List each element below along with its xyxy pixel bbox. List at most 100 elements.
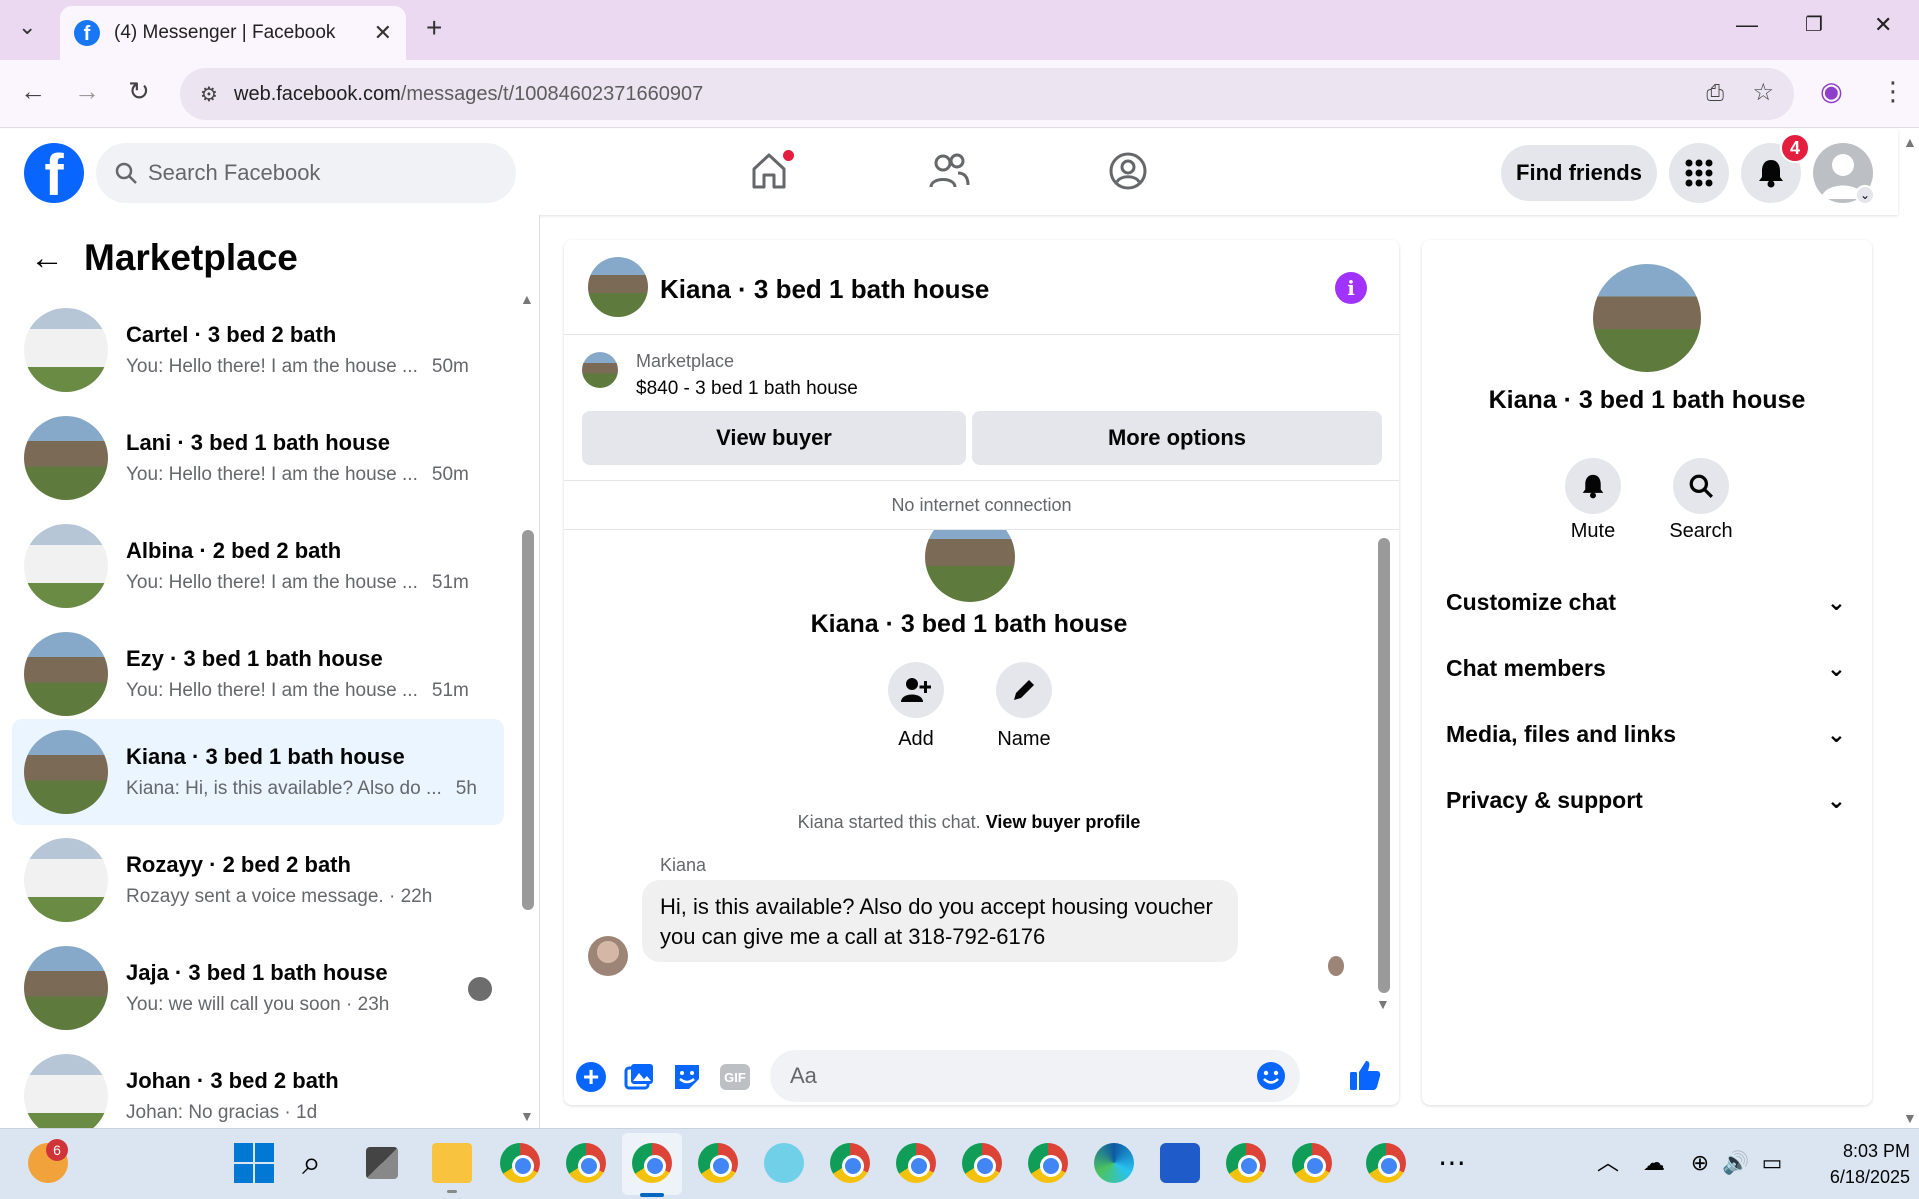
app-icon[interactable] (764, 1143, 804, 1183)
page-scroll-up-icon[interactable]: ▲ (1903, 134, 1917, 150)
account-chevron-icon[interactable]: ⌄ (1855, 185, 1875, 205)
listing-thumbnail (24, 730, 108, 814)
media-files-links-section[interactable]: Media, files and links ⌄ (1446, 721, 1846, 748)
page-scroll-down-icon[interactable]: ▼ (1903, 1110, 1917, 1126)
view-buyer-profile-link[interactable]: View buyer profile (986, 812, 1141, 832)
name-chat-button[interactable] (996, 662, 1052, 718)
add-people-button[interactable] (888, 662, 944, 718)
reload-icon[interactable]: ↻ (128, 76, 150, 107)
facebook-favicon-icon: f (74, 20, 100, 46)
show-hidden-icons-chevron-icon[interactable]: ︿ (1588, 1143, 1628, 1183)
url-bar[interactable]: ⚙ web.facebook.com/messages/t/1008460237… (180, 68, 1794, 120)
conversation-preview: Rozayy sent a voice message. · 22h (126, 886, 433, 907)
install-app-icon[interactable]: ⎙ (1706, 80, 1724, 106)
menu-button[interactable] (1669, 143, 1729, 203)
back-arrow-icon[interactable]: ← (30, 239, 64, 278)
chrome-profile-icon-active[interactable] (632, 1143, 672, 1183)
battery-icon[interactable]: ▭ (1752, 1143, 1792, 1183)
conversation-item[interactable]: Cartel · 3 bed 2 bath You: Hello there! … (12, 297, 504, 403)
profile-icon[interactable]: ◉ (1820, 76, 1843, 107)
chat-title[interactable]: Kiana · 3 bed 1 bath house (660, 274, 989, 305)
sticker-icon[interactable] (672, 1062, 702, 1092)
info-icon[interactable]: i (1335, 272, 1367, 304)
search-facebook-input[interactable]: Search Facebook (96, 143, 516, 203)
chat-scrollbar[interactable] (1378, 538, 1390, 993)
edge-icon[interactable] (1094, 1143, 1134, 1183)
listing-title[interactable]: $840 - 3 bed 1 bath house (636, 378, 858, 400)
gif-icon[interactable]: GIF (720, 1064, 750, 1090)
thumbs-up-icon[interactable] (1348, 1058, 1382, 1092)
clock-time[interactable]: 8:03 PM (1790, 1141, 1910, 1162)
sidebar-scrollbar[interactable] (522, 530, 534, 910)
browser-tab-messenger[interactable]: f (4) Messenger | Facebook ✕ (60, 6, 406, 60)
file-explorer-icon[interactable] (432, 1143, 472, 1193)
message-input[interactable]: Aa (770, 1050, 1300, 1102)
chrome-profile-icon[interactable] (896, 1143, 936, 1183)
customize-chat-section[interactable]: Customize chat ⌄ (1446, 589, 1846, 616)
scroll-up-arrow-icon[interactable]: ▲ (520, 291, 534, 307)
close-tab-icon[interactable]: ✕ (374, 20, 392, 46)
friends-icon[interactable] (928, 151, 970, 191)
conversation-time: 50m (431, 356, 469, 377)
scroll-down-arrow-icon[interactable]: ▼ (520, 1108, 534, 1124)
start-windows-icon[interactable] (234, 1143, 274, 1183)
conversation-item[interactable]: Rozayy · 2 bed 2 bath Rozayy sent a voic… (12, 827, 504, 933)
conversation-name: Johan · 3 bed 2 bath (126, 1068, 339, 1093)
chrome-profile-icon[interactable] (1028, 1143, 1068, 1183)
conversation-item[interactable]: Jaja · 3 bed 1 bath house You: we will c… (12, 935, 504, 1041)
chrome-profile-icon[interactable] (1292, 1143, 1332, 1183)
seen-avatar (468, 977, 492, 1001)
find-friends-button[interactable]: Find friends (1501, 145, 1657, 201)
search-placeholder: Search Facebook (148, 160, 321, 185)
minimize-icon[interactable]: — (1736, 12, 1758, 38)
store-icon[interactable] (1160, 1143, 1200, 1183)
forward-icon[interactable]: → (74, 76, 100, 107)
view-buyer-button[interactable]: View buyer (582, 411, 966, 465)
site-info-icon[interactable]: ⚙ (200, 82, 218, 107)
home-notification-dot (783, 150, 794, 161)
more-options-button[interactable]: More options (972, 411, 1382, 465)
chrome-profile-icon[interactable] (566, 1143, 606, 1183)
search-in-chat-button[interactable] (1673, 458, 1729, 514)
bookmark-star-icon[interactable]: ☆ (1752, 78, 1774, 107)
volume-icon[interactable]: 🔊 (1716, 1143, 1756, 1183)
task-view-icon[interactable] (366, 1147, 398, 1179)
taskbar-search-icon[interactable]: ⌕ (302, 1143, 342, 1183)
chrome-profile-icon[interactable] (962, 1143, 1002, 1183)
gaming-icon[interactable] (1108, 151, 1148, 191)
back-icon[interactable]: ← (20, 76, 46, 107)
clock-date[interactable]: 6/18/2025 (1790, 1167, 1910, 1188)
conversation-preview: Johan: No gracias · 1d (126, 1102, 318, 1123)
more-apps-icon[interactable]: ⋯ (1432, 1143, 1472, 1183)
privacy-support-section[interactable]: Privacy & support ⌄ (1446, 787, 1846, 814)
facebook-logo-icon[interactable]: f (24, 143, 84, 203)
marketplace-label: Marketplace (636, 351, 735, 371)
chat-members-section[interactable]: Chat members ⌄ (1446, 655, 1846, 682)
url-host: web.facebook.com (234, 82, 401, 105)
tab-list-dropdown-icon[interactable]: ⌄ (18, 14, 36, 40)
chat-avatar[interactable] (588, 257, 648, 317)
no-internet-banner: No internet connection (564, 482, 1399, 530)
emoji-icon[interactable] (1256, 1061, 1286, 1091)
conversation-item[interactable]: Lani · 3 bed 1 bath house You: Hello the… (12, 405, 504, 511)
mute-button[interactable] (1565, 458, 1621, 514)
attach-photo-icon[interactable] (624, 1062, 654, 1092)
chat-scroll-down-icon[interactable]: ▼ (1376, 996, 1390, 1012)
incoming-message-bubble[interactable]: Hi, is this available? Also do you accep… (642, 880, 1238, 962)
chrome-profile-icon[interactable] (1366, 1143, 1406, 1183)
section-label: Chat members (1446, 655, 1606, 681)
chrome-profile-icon[interactable] (500, 1143, 540, 1183)
network-icon[interactable]: ⊕ (1680, 1143, 1720, 1183)
conversation-item-selected[interactable]: Kiana · 3 bed 1 bath house Kiana: Hi, is… (12, 719, 504, 825)
restore-icon[interactable]: ❐ (1805, 12, 1823, 37)
onedrive-icon[interactable]: ☁ (1634, 1143, 1674, 1183)
chrome-profile-icon[interactable] (698, 1143, 738, 1183)
conversation-item[interactable]: Albina · 2 bed 2 bath You: Hello there! … (12, 513, 504, 619)
new-tab-icon[interactable]: + (426, 12, 442, 44)
conversation-item[interactable]: Ezy · 3 bed 1 bath house You: Hello ther… (12, 621, 504, 727)
close-window-icon[interactable]: ✕ (1874, 12, 1892, 38)
more-actions-icon[interactable]: + (576, 1062, 606, 1092)
chrome-profile-icon[interactable] (830, 1143, 870, 1183)
browser-menu-icon[interactable]: ⋮ (1880, 76, 1906, 107)
chrome-profile-icon[interactable] (1226, 1143, 1266, 1183)
